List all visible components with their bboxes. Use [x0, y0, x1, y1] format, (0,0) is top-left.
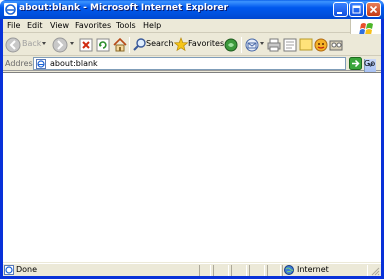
status-pane — [199, 265, 211, 276]
page-icon — [36, 59, 46, 69]
maximize-icon — [352, 5, 361, 14]
messenger-icon[interactable] — [314, 37, 328, 53]
page-done-icon — [4, 265, 14, 275]
search-icon[interactable] — [133, 37, 147, 53]
status-pane — [213, 265, 229, 276]
menu-tools[interactable]: Tools — [116, 21, 136, 30]
close-button[interactable] — [366, 2, 381, 17]
minimize-button[interactable] — [333, 2, 348, 17]
discuss-icon[interactable] — [299, 37, 313, 53]
menu-bar: File Edit View Favorites Tools Help — [3, 19, 381, 41]
maximize-button[interactable] — [349, 2, 364, 17]
status-pane — [267, 265, 281, 276]
window-title: about:blank - Microsoft Internet Explore… — [19, 3, 229, 13]
address-value[interactable]: about:blank — [50, 59, 98, 68]
globe-icon — [284, 265, 294, 275]
menu-view[interactable]: View — [50, 21, 69, 30]
home-icon[interactable] — [113, 37, 127, 53]
back-button-label[interactable]: Back — [22, 39, 41, 48]
forward-icon[interactable] — [52, 37, 68, 53]
search-button-label[interactable]: Search — [146, 39, 173, 48]
print-icon[interactable] — [267, 37, 281, 53]
menu-favorites[interactable]: Favorites — [75, 21, 111, 30]
favorites-icon[interactable] — [174, 37, 188, 53]
status-pane — [231, 265, 247, 276]
back-icon[interactable] — [5, 37, 21, 53]
go-button[interactable]: Go — [364, 59, 375, 68]
standard-toolbar: Back Search Favorites — [3, 34, 381, 56]
menu-edit[interactable]: Edit — [27, 21, 43, 30]
menu-help[interactable]: Help — [143, 21, 161, 30]
page-viewport[interactable] — [3, 72, 381, 262]
title-bar[interactable]: about:blank - Microsoft Internet Explore… — [0, 0, 384, 19]
ie-icon — [4, 3, 17, 16]
status-bar: Done Internet — [3, 263, 381, 276]
stop-icon[interactable] — [79, 37, 93, 53]
mail-dropdown-icon[interactable] — [260, 42, 264, 45]
forward-dropdown-icon[interactable] — [70, 42, 74, 45]
favorites-button-label[interactable]: Favorites — [188, 39, 224, 48]
security-zone-text: Internet — [297, 265, 329, 274]
edit-icon[interactable] — [283, 37, 297, 53]
go-arrow-icon[interactable] — [349, 57, 362, 70]
client-area: File Edit View Favorites Tools Help Back… — [3, 19, 381, 276]
back-dropdown-icon[interactable] — [42, 42, 46, 45]
ie-window: about:blank - Microsoft Internet Explore… — [0, 0, 384, 279]
status-text: Done — [16, 265, 38, 274]
close-icon — [369, 5, 378, 14]
toolbar-separator — [241, 37, 242, 53]
status-pane — [249, 265, 265, 276]
toolbar-separator — [129, 37, 130, 53]
refresh-icon[interactable] — [96, 37, 110, 53]
mail-icon[interactable] — [245, 37, 259, 53]
address-input[interactable]: about:blank — [33, 57, 376, 72]
media-icon[interactable] — [224, 37, 238, 53]
resize-grip-icon[interactable] — [370, 266, 380, 276]
minimize-icon — [337, 12, 342, 14]
address-bar: Address about:blank Go — [3, 56, 381, 72]
research-icon[interactable] — [329, 37, 343, 53]
menu-file[interactable]: File — [7, 21, 20, 30]
